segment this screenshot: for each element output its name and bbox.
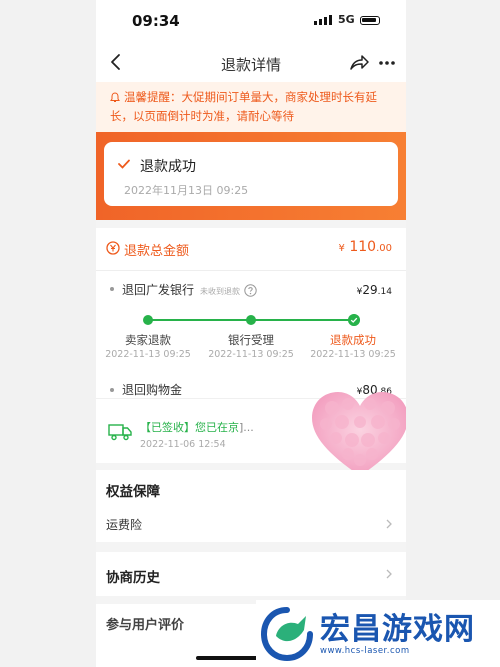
progress-dot — [143, 315, 153, 325]
refund-total-label: 退款总金额 — [124, 244, 190, 259]
chevron-right-icon — [386, 519, 392, 529]
signal-icon — [314, 15, 332, 25]
status-time: 09:34 — [132, 12, 180, 30]
bullet-dot — [110, 388, 114, 392]
truck-icon — [108, 424, 132, 441]
heart-sticker — [312, 392, 406, 476]
step-time: 2022-11-13 09:25 — [310, 349, 396, 360]
battery-icon — [360, 16, 380, 25]
help-icon[interactable] — [244, 284, 257, 297]
progress-dot — [246, 315, 256, 325]
phone-screen: 09:34 5G 退款详情 温馨提醒：大促期间订单量大，商家处理时长有延长，以页… — [96, 0, 406, 667]
logistics-time: 2022-11-06 12:54 — [140, 439, 226, 450]
tip-banner: 温馨提醒：大促期间订单量大，商家处理时长有延长，以页面倒计时为准，请耐心等待 — [96, 82, 406, 132]
chevron-right-icon — [386, 569, 392, 579]
bell-icon — [110, 92, 120, 102]
refund-status-time: 2022年11月13日 09:25 — [124, 184, 249, 197]
more-icon[interactable] — [376, 53, 398, 73]
step-time: 2022-11-13 09:25 — [208, 349, 294, 360]
step-label: 退款成功 — [330, 333, 376, 347]
nav-bar: 退款详情 — [96, 44, 406, 82]
bank-refund-label: 退回广发银行 未收到退款 — [122, 281, 257, 298]
watermark-title: 宏昌游戏网 — [320, 612, 475, 647]
watermark-url: www.hcs-laser.com — [320, 646, 410, 656]
step-label: 卖家退款 — [125, 333, 171, 347]
bank-refund-sub: 未收到退款 — [200, 287, 241, 296]
protection-section: 权益保障 运费险 — [96, 470, 406, 542]
refund-status-title: 退款成功 — [140, 159, 196, 175]
refund-status-card: 退款成功 2022年11月13日 09:25 — [104, 142, 398, 206]
watermark: 宏昌游戏网 www.hcs-laser.com — [256, 600, 500, 667]
step-label: 银行受理 — [228, 333, 274, 347]
history-title: 协商历史 — [106, 570, 160, 586]
coin-icon — [106, 241, 120, 255]
bank-refund-amount: ¥29.14 — [356, 283, 392, 297]
refund-status-section: 退款成功 2022年11月13日 09:25 — [96, 132, 406, 220]
bullet-dot — [110, 287, 114, 291]
check-icon — [118, 159, 130, 169]
refund-total-amount: ¥ 110.00 — [338, 239, 392, 255]
step-time: 2022-11-13 09:25 — [105, 349, 191, 360]
tip-text: 温馨提醒：大促期间订单量大，商家处理时长有延长，以页面倒计时为准，请耐心等待 — [110, 90, 377, 123]
status-bar: 09:34 5G — [96, 0, 406, 44]
freight-insurance-item[interactable]: 运费险 — [106, 516, 142, 533]
protection-title: 权益保障 — [106, 484, 160, 500]
refund-total-row: 退款总金额 ¥ 110.00 — [96, 228, 406, 271]
negotiation-history-row[interactable]: 协商历史 — [96, 552, 406, 596]
logistics-text: 【已签收】您已在京]... — [140, 421, 254, 434]
cut-off-title: 参与用户评价 — [106, 618, 185, 633]
share-icon[interactable] — [348, 53, 370, 73]
progress-check-icon — [348, 314, 360, 326]
watermark-logo-icon — [260, 607, 313, 662]
gold-refund-label: 退回购物金 — [122, 383, 183, 397]
network-label: 5G — [338, 13, 355, 26]
